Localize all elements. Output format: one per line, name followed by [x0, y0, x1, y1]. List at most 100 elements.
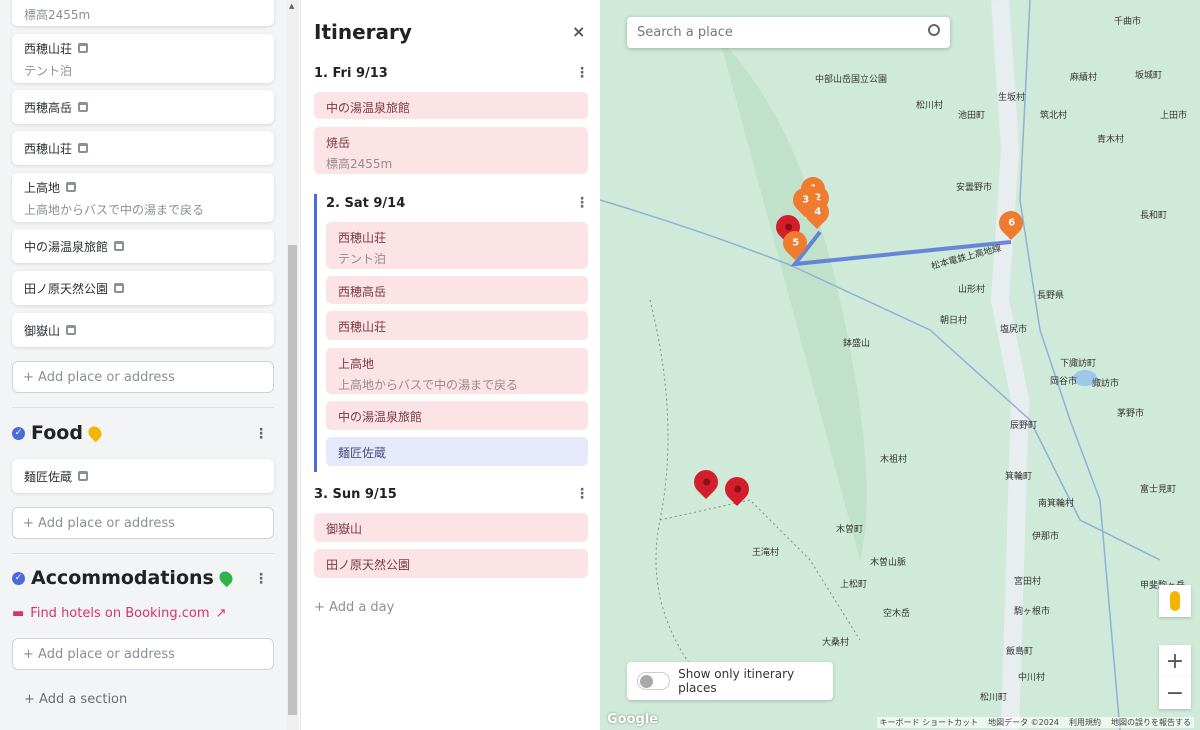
- itinerary-title: Itinerary: [314, 20, 412, 44]
- add-section-button[interactable]: + Add a section: [24, 692, 127, 707]
- place-card[interactable]: 標高2455m: [12, 0, 274, 26]
- divider: [12, 553, 274, 554]
- calendar-icon[interactable]: [78, 43, 89, 53]
- place-card[interactable]: 西穂高岳: [12, 90, 274, 124]
- valley: [990, 0, 1030, 730]
- map[interactable]: Search a place 中部山岳国立公園 松川村 池田町 生坂村 筑北村 麻績村 坂城…: [600, 0, 1200, 730]
- map-place-label: 筑北村: [1040, 111, 1068, 121]
- calendar-icon[interactable]: [78, 471, 89, 481]
- add-place-input[interactable]: + Add place or address: [12, 638, 274, 670]
- map-place-label: 生坂村: [998, 93, 1026, 103]
- map-place-label: 木祖村: [880, 455, 908, 465]
- calendar-icon[interactable]: [114, 241, 125, 251]
- section-accommodations-header: ✓ Accommodations ⋮: [12, 567, 274, 589]
- place-title: 御嶽山: [24, 323, 61, 338]
- map-place-label: 富士見町: [1140, 485, 1177, 495]
- map-place-label: 箕輪町: [1005, 472, 1033, 482]
- map-terrain: [600, 0, 1161, 730]
- map-place-label: 空木岳: [883, 609, 911, 619]
- map-place-label: 大桑村: [822, 638, 850, 648]
- itinerary-panel: Itinerary × 1. Fri 9/13 ⋮ 中の湯温泉旅館 焼岳 標高24…: [300, 0, 600, 730]
- itinerary-item[interactable]: 焼岳 標高2455m: [314, 127, 588, 174]
- itinerary-only-toggle[interactable]: Show only itinerary places: [627, 662, 833, 700]
- places-panel: 標高2455m 西穂山荘 テント泊 西穂高岳 西穂山荘 上高地 上高地からバスで中の…: [0, 0, 286, 730]
- add-place-input[interactable]: + Add place or address: [12, 507, 274, 539]
- day-header[interactable]: 2. Sat 9/14: [326, 196, 405, 211]
- map-place-label: 松川町: [980, 693, 1008, 703]
- place-card[interactable]: 西穂山荘 テント泊: [12, 34, 274, 83]
- calendar-icon[interactable]: [114, 283, 125, 293]
- section-title[interactable]: Accommodations: [31, 567, 214, 589]
- itinerary-item[interactable]: 田ノ原天然公園: [314, 549, 588, 578]
- itinerary-item[interactable]: 西穂高岳: [326, 276, 588, 304]
- itinerary-item[interactable]: 西穂山荘 テント泊: [326, 222, 588, 269]
- street-view-pegman-icon[interactable]: [1159, 585, 1191, 617]
- section-food-header: ✓ Food ⋮: [12, 422, 274, 444]
- place-card[interactable]: 上高地 上高地からバスで中の湯まで戻る: [12, 173, 274, 222]
- map-place-label: 岡谷市: [1050, 377, 1078, 387]
- booking-link[interactable]: ▬ Find hotels on Booking.com ↗: [12, 606, 226, 621]
- map-place-label: 青木村: [1097, 135, 1125, 145]
- more-icon[interactable]: ⋮: [575, 486, 589, 502]
- check-icon[interactable]: ✓: [12, 426, 25, 440]
- map-place-label: 飯島町: [1006, 647, 1034, 657]
- place-card[interactable]: 西穂山荘: [12, 131, 274, 165]
- more-icon[interactable]: ⋮: [254, 426, 268, 442]
- map-place-label: 辰野町: [1010, 421, 1038, 431]
- check-icon[interactable]: ✓: [12, 571, 25, 585]
- scroll-up-icon[interactable]: ▲: [289, 2, 294, 10]
- place-card[interactable]: 御嶽山: [12, 313, 274, 347]
- pin-yellow-icon: [85, 423, 105, 443]
- map-place-label: 山形村: [958, 285, 986, 295]
- map-place-label: 長和町: [1140, 211, 1168, 221]
- itinerary-item[interactable]: 麺匠佐蔵: [326, 437, 588, 466]
- scrollbar-thumb[interactable]: [288, 245, 297, 715]
- map-attribution: キーボード ショートカット 地図データ ©2024 利用規約 地図の誤りを報告する: [876, 717, 1194, 728]
- divider: [12, 407, 274, 408]
- calendar-icon[interactable]: [66, 182, 77, 192]
- map-place-label: 千曲市: [1114, 17, 1142, 27]
- itinerary-item[interactable]: 御嶽山: [314, 513, 588, 542]
- more-icon[interactable]: ⋮: [254, 571, 268, 587]
- map-place-label: 下諏訪町: [1060, 359, 1097, 369]
- itinerary-item[interactable]: 中の湯温泉旅館: [326, 401, 588, 430]
- place-title: 西穂山荘: [24, 41, 73, 56]
- day-header[interactable]: 3. Sun 9/15: [314, 487, 397, 502]
- bed-icon: ▬: [12, 606, 25, 621]
- map-place-label: 諏訪市: [1092, 379, 1120, 389]
- map-place-label: 王滝村: [752, 548, 780, 558]
- zoom-in-button[interactable]: +: [1159, 645, 1191, 677]
- section-title[interactable]: Food: [31, 422, 83, 444]
- calendar-icon[interactable]: [78, 143, 89, 153]
- map-place-label: 麻績村: [1070, 73, 1098, 83]
- map-place-label: 中部山岳国立公園: [815, 75, 888, 85]
- map-place-label: 茅野市: [1117, 409, 1145, 419]
- map-place-label: 鉢盛山: [843, 339, 871, 349]
- map-place-label: 伊那市: [1032, 532, 1060, 542]
- more-icon[interactable]: ⋮: [575, 195, 589, 211]
- close-icon[interactable]: ×: [572, 22, 585, 41]
- place-card[interactable]: 田ノ原天然公園: [12, 271, 274, 305]
- more-icon[interactable]: ⋮: [575, 65, 589, 81]
- day-header[interactable]: 1. Fri 9/13: [314, 66, 388, 81]
- pin-green-icon: [216, 568, 236, 588]
- search-icon[interactable]: [928, 24, 940, 36]
- calendar-icon[interactable]: [78, 102, 89, 112]
- calendar-icon[interactable]: [66, 325, 77, 335]
- zoom-out-button[interactable]: −: [1159, 677, 1191, 709]
- itinerary-item[interactable]: 中の湯温泉旅館: [314, 92, 588, 119]
- itinerary-item[interactable]: 上高地 上高地からバスで中の湯まで戻る: [326, 348, 588, 394]
- place-card[interactable]: 中の湯温泉旅館: [12, 229, 274, 263]
- map-place-label: 木曽町: [836, 525, 864, 535]
- map-place-label: 木曽山脈: [870, 558, 907, 568]
- toggle-switch[interactable]: [637, 672, 671, 690]
- map-search-input[interactable]: Search a place: [627, 17, 950, 48]
- add-day-button[interactable]: + Add a day: [314, 600, 394, 615]
- map-place-label: 長野県: [1037, 291, 1065, 301]
- map-place-label: 上田市: [1160, 111, 1188, 121]
- place-card[interactable]: 麺匠佐蔵: [12, 459, 274, 493]
- itinerary-item[interactable]: 西穂山荘: [326, 311, 588, 340]
- map-place-label: 塩尻市: [1000, 325, 1028, 335]
- add-place-input[interactable]: + Add place or address: [12, 361, 274, 393]
- scrollbar[interactable]: ▲: [286, 0, 299, 730]
